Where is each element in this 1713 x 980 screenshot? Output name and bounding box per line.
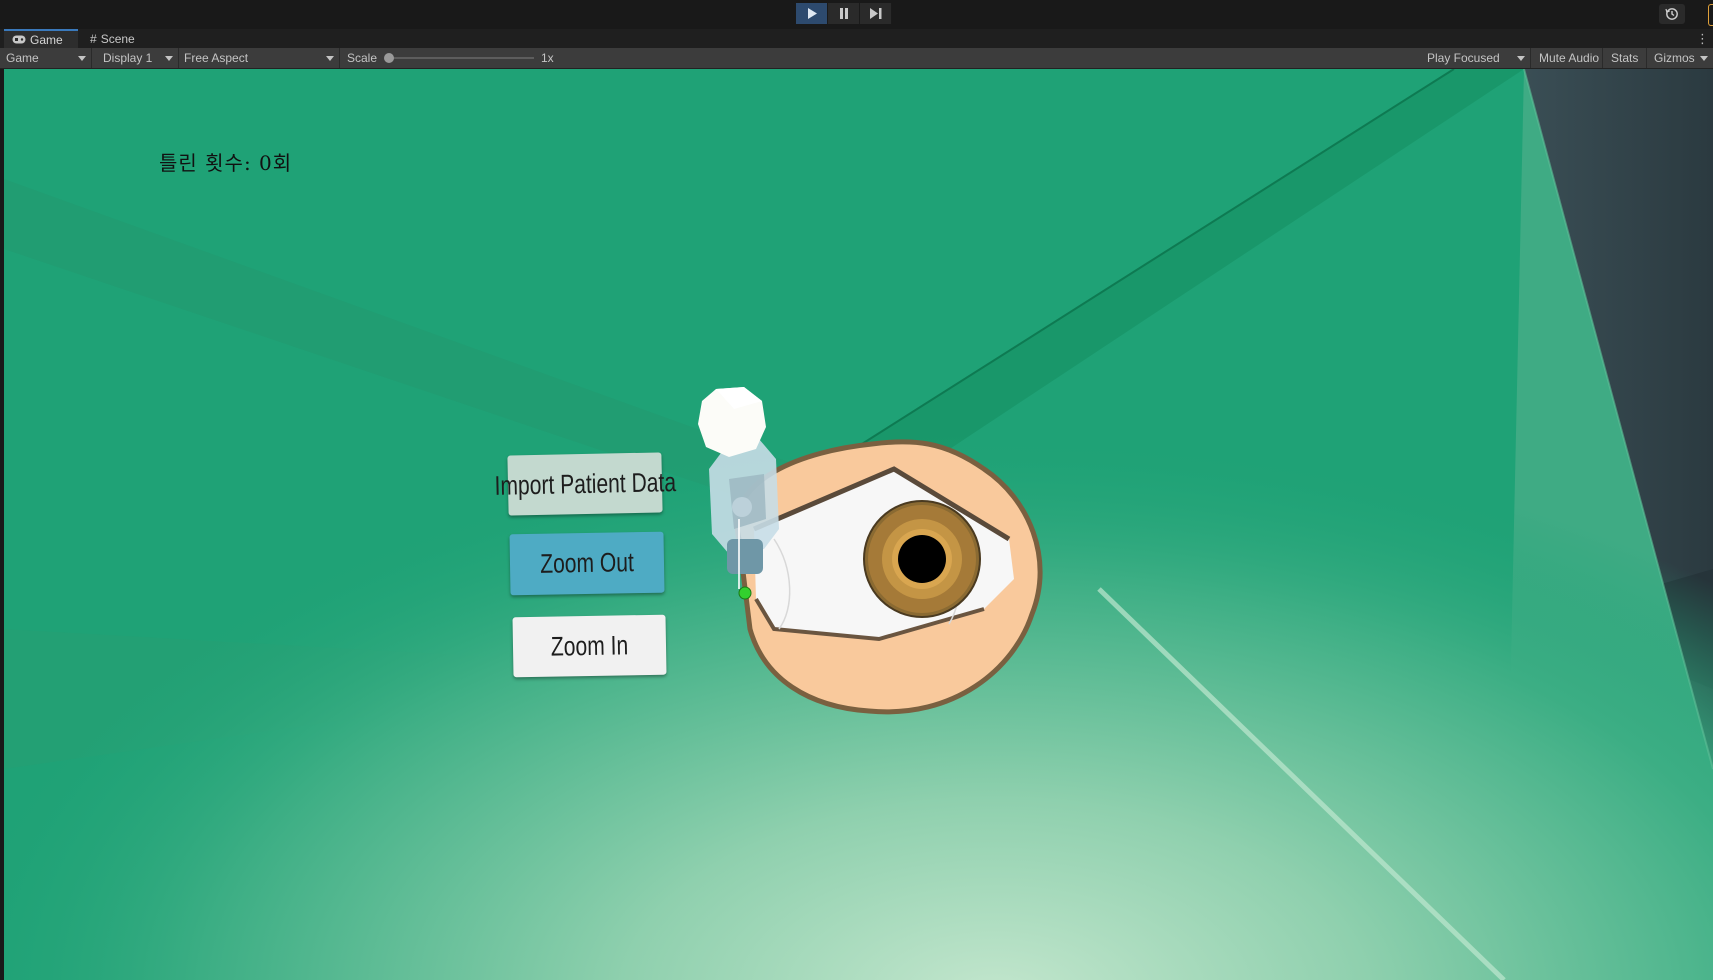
zoom-in-button[interactable]: Zoom In	[512, 614, 667, 678]
chevron-down-icon	[165, 56, 173, 61]
tab-scene[interactable]: # Scene	[82, 29, 143, 48]
stats-toggle[interactable]: Stats	[1605, 48, 1647, 68]
step-button[interactable]	[860, 3, 892, 24]
scale-value: 1x	[541, 51, 554, 65]
display-select[interactable]: Display 1	[97, 48, 179, 68]
scale-slider-handle[interactable]	[384, 53, 394, 63]
mute-audio-toggle[interactable]: Mute Audio	[1533, 48, 1603, 68]
play-button[interactable]	[796, 3, 828, 24]
grid-icon: #	[90, 31, 97, 46]
display-select-value: Display 1	[103, 51, 153, 65]
import-patient-data-button[interactable]: Import Patient Data	[494, 452, 676, 516]
chevron-down-icon	[1700, 56, 1708, 61]
view-select-value: Game	[6, 51, 39, 65]
history-button[interactable]	[1659, 4, 1685, 24]
window-tab-bar: Game # Scene ⋮	[0, 29, 1713, 49]
top-toolbar	[0, 0, 1713, 28]
play-controls	[796, 3, 892, 24]
step-icon	[869, 8, 881, 19]
view-select[interactable]: Game	[0, 48, 92, 68]
tab-game-label: Game	[30, 32, 63, 47]
tab-scene-label: Scene	[100, 31, 135, 46]
play-mode-select[interactable]: Play Focused	[1421, 48, 1531, 68]
scale-slider-track[interactable]	[386, 57, 534, 59]
gizmos-menu[interactable]: Gizmos	[1648, 48, 1713, 68]
more-options-icon[interactable]: ⋮	[1696, 29, 1709, 48]
tab-game[interactable]: Game	[4, 29, 78, 48]
play-icon	[807, 8, 817, 19]
pause-button[interactable]	[828, 3, 860, 24]
import-patient-data-label: Import Patient Data	[493, 466, 677, 501]
zoom-out-label: Zoom Out	[539, 547, 635, 579]
scale-label: Scale	[347, 51, 378, 65]
game-viewport[interactable]: 틀린 횟수: 0회 Import Patient Data Zoom Out Z…	[4, 69, 1713, 980]
eye-model[interactable]	[684, 339, 1124, 759]
gizmos-label: Gizmos	[1654, 51, 1695, 65]
chevron-down-icon	[78, 56, 86, 61]
layout-dropdown-edge[interactable]	[1708, 4, 1713, 26]
chevron-down-icon	[326, 56, 334, 61]
zoom-out-button[interactable]: Zoom Out	[509, 531, 665, 596]
gamepad-icon	[12, 35, 26, 44]
game-view-toolbar: Game Display 1 Free Aspect Scale 1x Play…	[0, 48, 1713, 69]
zoom-in-label: Zoom In	[550, 629, 629, 662]
aspect-select-value: Free Aspect	[184, 51, 249, 65]
chevron-down-icon	[1517, 56, 1525, 61]
wrong-count-text: 틀린 횟수: 0회	[159, 151, 293, 175]
pause-icon	[839, 8, 848, 19]
aspect-select[interactable]: Free Aspect	[178, 48, 340, 68]
history-icon	[1665, 8, 1678, 20]
play-mode-value: Play Focused	[1427, 51, 1500, 65]
